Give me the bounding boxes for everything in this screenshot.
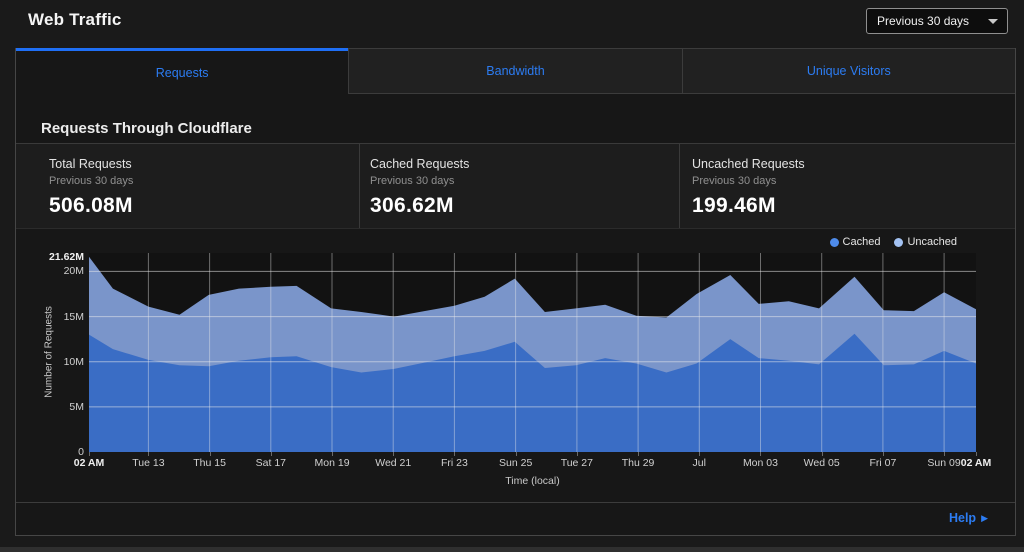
stats-row: Total Requests Previous 30 days 506.08M … [16, 143, 1015, 229]
x-tick-label: Fri 07 [869, 457, 896, 469]
y-axis-labels: 21.62M20M15M10M5M0 [16, 253, 84, 452]
x-tick-label: Thu 29 [622, 457, 655, 469]
stat-period: Previous 30 days [692, 175, 1015, 187]
tab-bar: Requests Bandwidth Unique Visitors [16, 48, 1015, 94]
x-tick-mark [210, 452, 211, 456]
tab-requests-label: Requests [156, 66, 209, 80]
panel-footer: Help ▶ [16, 502, 1015, 535]
stat-value: 306.62M [370, 194, 679, 218]
x-tick-mark [638, 452, 639, 456]
cached-dot-icon [830, 238, 839, 247]
x-tick-label: 02 AM [961, 457, 992, 469]
x-tick-mark [89, 452, 90, 456]
uncached-dot-icon [894, 238, 903, 247]
stat-period: Previous 30 days [49, 175, 359, 187]
x-tick-mark [944, 452, 945, 456]
x-tick-mark [148, 452, 149, 456]
x-tick-mark [271, 452, 272, 456]
x-tick-label: Wed 05 [804, 457, 840, 469]
x-tick-label: Tue 27 [561, 457, 593, 469]
x-tick-mark [883, 452, 884, 456]
chart-areas [89, 253, 976, 452]
tab-bandwidth-label: Bandwidth [486, 64, 544, 78]
date-range-selector[interactable]: Previous 30 days [866, 8, 1008, 34]
x-tick-label: Sun 09 [927, 457, 960, 469]
stat-cached-requests: Cached Requests Previous 30 days 306.62M [359, 144, 679, 228]
x-tick-mark [699, 452, 700, 456]
legend-label: Uncached [907, 236, 957, 248]
stat-label: Uncached Requests [692, 157, 1015, 171]
legend-item-uncached[interactable]: Uncached [894, 236, 957, 248]
x-tick-label: Mon 03 [743, 457, 778, 469]
stat-total-requests: Total Requests Previous 30 days 506.08M [16, 144, 359, 228]
tab-unique-visitors-label: Unique Visitors [807, 64, 891, 78]
stat-period: Previous 30 days [370, 175, 679, 187]
x-tick-label: Sat 17 [256, 457, 286, 469]
help-label: Help [949, 511, 976, 525]
chart-legend: Cached Uncached [830, 236, 957, 248]
help-arrow-icon: ▶ [981, 514, 988, 523]
legend-label: Cached [843, 236, 881, 248]
y-tick-label: 21.62M [16, 251, 84, 263]
chevron-down-icon [988, 19, 998, 24]
x-tick-label: Thu 15 [193, 457, 226, 469]
y-tick-label: 20M [16, 265, 84, 277]
tab-bandwidth[interactable]: Bandwidth [348, 48, 681, 94]
stat-uncached-requests: Uncached Requests Previous 30 days 199.4… [679, 144, 1015, 228]
web-traffic-panel: Requests Bandwidth Unique Visitors Reque… [15, 48, 1016, 536]
y-tick-label: 5M [16, 401, 84, 413]
x-tick-label: 02 AM [74, 457, 105, 469]
legend-item-cached[interactable]: Cached [830, 236, 881, 248]
x-axis-title: Time (local) [89, 475, 976, 487]
page-title: Web Traffic [28, 10, 122, 30]
traffic-area-chart [89, 253, 976, 452]
x-tick-label: Fri 23 [441, 457, 468, 469]
x-tick-label: Mon 19 [315, 457, 350, 469]
stat-value: 199.46M [692, 194, 1015, 218]
y-tick-label: 10M [16, 356, 84, 368]
x-tick-mark [454, 452, 455, 456]
x-tick-mark [976, 452, 977, 456]
tab-requests[interactable]: Requests [16, 48, 348, 94]
x-tick-mark [393, 452, 394, 456]
x-axis-labels: 02 AMTue 13Thu 15Sat 17Mon 19Wed 21Fri 2… [89, 457, 976, 471]
stat-label: Total Requests [49, 157, 359, 171]
x-tick-label: Sun 25 [499, 457, 532, 469]
x-tick-label: Jul [693, 457, 706, 469]
help-link[interactable]: Help ▶ [949, 511, 988, 525]
x-tick-mark [516, 452, 517, 456]
x-tick-label: Wed 21 [375, 457, 411, 469]
window-bottom-edge [0, 547, 1024, 552]
x-tick-mark [822, 452, 823, 456]
x-tick-mark [760, 452, 761, 456]
stat-label: Cached Requests [370, 157, 679, 171]
page-header: Web Traffic Previous 30 days [0, 0, 1024, 48]
x-tick-mark [577, 452, 578, 456]
stat-value: 506.08M [49, 194, 359, 218]
x-tick-mark [332, 452, 333, 456]
date-range-value: Previous 30 days [877, 14, 969, 28]
x-tick-label: Tue 13 [132, 457, 164, 469]
tab-unique-visitors[interactable]: Unique Visitors [682, 48, 1015, 94]
y-tick-label: 15M [16, 311, 84, 323]
section-heading: Requests Through Cloudflare [41, 120, 1015, 138]
